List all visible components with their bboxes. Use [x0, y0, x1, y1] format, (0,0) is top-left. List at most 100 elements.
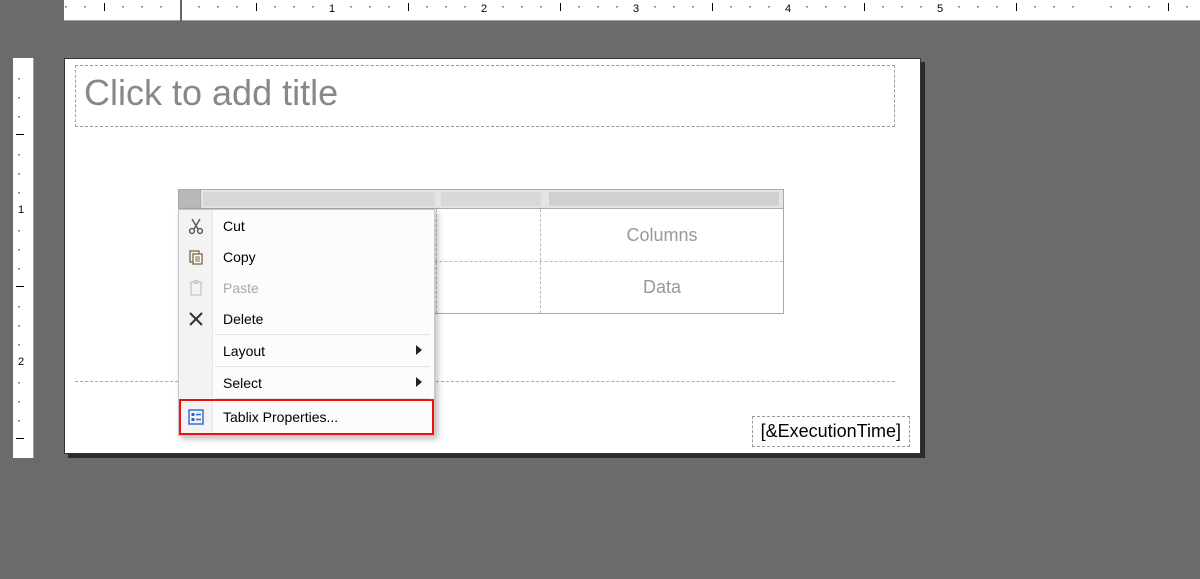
ruler-number: 1	[18, 204, 24, 216]
ruler-tick-minor	[826, 3, 831, 8]
menu-item-select[interactable]: Select	[179, 367, 434, 398]
ruler-tick-minor	[161, 3, 166, 8]
ruler-tick-minor	[997, 3, 1002, 8]
tablix-column-handles[interactable]	[178, 189, 784, 209]
ruler-number: 3	[633, 3, 639, 15]
ruler-tick-minor	[17, 248, 22, 253]
ruler-tick	[256, 3, 257, 11]
ruler-tick-minor	[1187, 3, 1192, 8]
ruler-tick-minor	[598, 3, 603, 8]
ruler-number: 5	[937, 3, 943, 15]
ruler-tick-minor	[921, 3, 926, 8]
ruler-tick-minor	[750, 3, 755, 8]
menu-item-cut[interactable]: Cut	[179, 210, 434, 241]
ruler-tick-minor	[1149, 3, 1154, 8]
menu-item-delete[interactable]: Delete	[179, 303, 434, 334]
ruler-tick-minor	[17, 343, 22, 348]
ruler-tick-minor	[85, 3, 90, 8]
ruler-tick-minor	[294, 3, 299, 8]
ruler-tick-minor	[693, 3, 698, 8]
ruler-tick-minor	[17, 229, 22, 234]
ruler-number: 2	[18, 356, 24, 368]
ruler-tick-minor	[199, 3, 204, 8]
ruler-tick-minor	[17, 305, 22, 310]
ruler-tick	[560, 3, 561, 11]
ruler-tick-minor	[617, 3, 622, 8]
ruler-number: 1	[329, 3, 335, 15]
menu-label: Select	[223, 375, 262, 391]
ruler-tick-minor	[17, 381, 22, 386]
ruler-tick-minor	[66, 3, 71, 8]
ruler-tick-minor	[17, 115, 22, 120]
ruler-tick	[864, 3, 865, 11]
report-title-placeholder[interactable]: Click to add title	[75, 65, 895, 127]
submenu-arrow-icon	[416, 345, 422, 355]
tablix-col-handle-3[interactable]	[549, 192, 779, 206]
tablix-context-menu: Cut Copy Paste Delete Layout Select Tabl…	[178, 209, 435, 436]
tablix-select-all-handle[interactable]	[179, 190, 201, 208]
ruler-tick-minor	[503, 3, 508, 8]
menu-label: Copy	[223, 249, 256, 265]
horizontal-ruler[interactable]: 12345	[64, 0, 1200, 21]
ruler-tick	[1168, 3, 1169, 11]
ruler-tick	[712, 3, 713, 11]
ruler-tick	[1016, 3, 1017, 11]
tablix-cell[interactable]	[437, 209, 541, 261]
menu-label: Tablix Properties...	[223, 409, 338, 425]
ruler-tick-minor	[123, 3, 128, 8]
submenu-arrow-icon	[416, 377, 422, 387]
ruler-tick-minor	[370, 3, 375, 8]
ruler-tick-minor	[17, 419, 22, 424]
ruler-tick-minor	[655, 3, 660, 8]
ruler-tick-minor	[1073, 3, 1078, 8]
ruler-tick-minor	[17, 191, 22, 196]
ruler-tick	[104, 3, 105, 11]
ruler-tick-minor	[579, 3, 584, 8]
ruler-tick-minor	[845, 3, 850, 8]
ruler-tick-minor	[1054, 3, 1059, 8]
menu-item-paste: Paste	[179, 272, 434, 303]
properties-icon	[187, 408, 205, 426]
ruler-tick-minor	[389, 3, 394, 8]
ruler-tick-minor	[1111, 3, 1116, 8]
menu-label: Paste	[223, 280, 259, 296]
ruler-tick-minor	[142, 3, 147, 8]
tablix-cell[interactable]	[437, 262, 541, 313]
ruler-tick-minor	[237, 3, 242, 8]
tablix-col-handle-1[interactable]	[203, 192, 435, 206]
delete-icon	[187, 310, 205, 328]
ruler-tick-minor	[1130, 3, 1135, 8]
ruler-tick-minor	[17, 77, 22, 82]
ruler-tick-minor	[427, 3, 432, 8]
ruler-tick-minor	[351, 3, 356, 8]
ruler-tick	[16, 438, 24, 439]
ruler-tick-minor	[807, 3, 812, 8]
page-footer-execution-time[interactable]: [&ExecutionTime]	[752, 416, 910, 447]
tablix-data-cell[interactable]: Data	[541, 262, 783, 313]
vertical-ruler[interactable]: 12	[13, 58, 34, 458]
ruler-tick-minor	[313, 3, 318, 8]
ruler-tick	[16, 286, 24, 287]
ruler-tick-minor	[465, 3, 470, 8]
menu-item-layout[interactable]: Layout	[179, 335, 434, 366]
ruler-tick-minor	[275, 3, 280, 8]
ruler-number: 4	[785, 3, 791, 15]
ruler-tick-minor	[218, 3, 223, 8]
ruler-tick-minor	[978, 3, 983, 8]
ruler-tick-minor	[959, 3, 964, 8]
tablix-col-handle-2[interactable]	[441, 192, 541, 206]
ruler-origin-marker	[180, 0, 182, 21]
ruler-tick-minor	[902, 3, 907, 8]
ruler-tick-minor	[522, 3, 527, 8]
cut-icon	[187, 217, 205, 235]
tablix-columns-cell[interactable]: Columns	[541, 209, 783, 261]
ruler-tick-minor	[17, 172, 22, 177]
paste-icon	[187, 279, 205, 297]
ruler-tick-minor	[731, 3, 736, 8]
menu-label: Delete	[223, 311, 263, 327]
ruler-tick	[408, 3, 409, 11]
ruler-tick-minor	[446, 3, 451, 8]
menu-item-tablix-properties[interactable]: Tablix Properties...	[179, 399, 434, 435]
copy-icon	[187, 248, 205, 266]
menu-item-copy[interactable]: Copy	[179, 241, 434, 272]
